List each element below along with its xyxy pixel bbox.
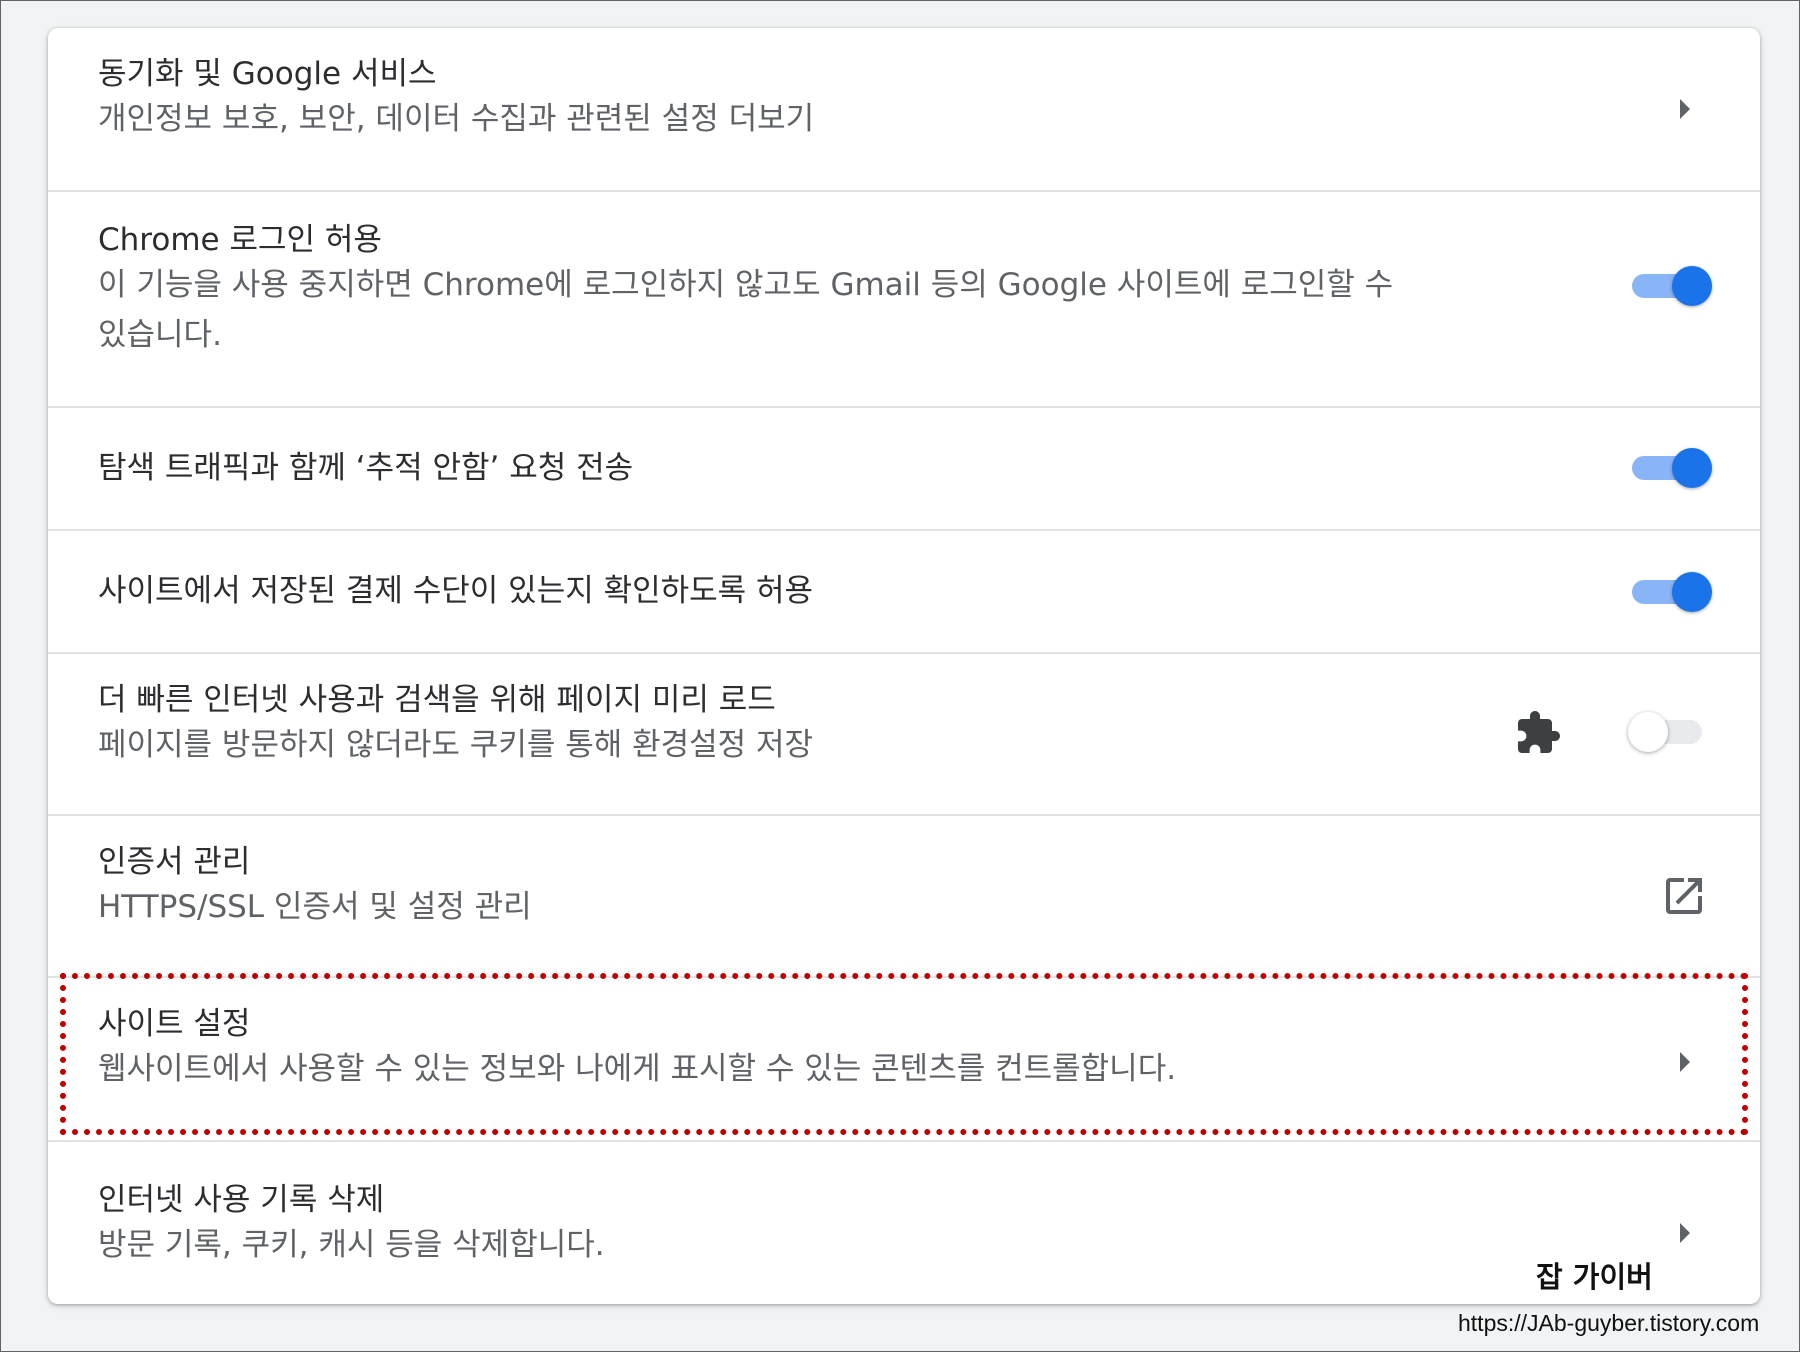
- payment-methods-toggle[interactable]: [1632, 570, 1712, 614]
- row-text: 동기화 및 Google 서비스 개인정보 보호, 보안, 데이터 수집과 관련…: [98, 54, 1598, 144]
- settings-row-chrome-signin: Chrome 로그인 허용 이 기능을 사용 중지하면 Chrome에 로그인하…: [48, 190, 1760, 406]
- watermark-name: 잡 가이버: [1536, 1260, 1653, 1294]
- row-title: 인터넷 사용 기록 삭제: [98, 1182, 385, 1218]
- row-title: 사이트에서 저장된 결제 수단이 있는지 확인하도록 허용: [98, 573, 814, 609]
- puzzle-icon[interactable]: [1514, 709, 1562, 757]
- chrome-signin-toggle[interactable]: [1632, 264, 1712, 308]
- settings-row-preload-pages: 더 빠른 인터넷 사용과 검색을 위해 페이지 미리 로드 페이지를 방문하지 …: [48, 652, 1760, 814]
- settings-row-sync[interactable]: 동기화 및 Google 서비스 개인정보 보호, 보안, 데이터 수집과 관련…: [48, 28, 1760, 190]
- open-in-new-icon[interactable]: [1660, 872, 1708, 920]
- row-text: 인증서 관리 HTTPS/SSL 인증서 및 설정 관리: [98, 842, 1598, 932]
- row-subtitle: 페이지를 방문하지 않더라도 쿠키를 통해 환경설정 저장: [98, 727, 814, 763]
- row-subtitle: 개인정보 보호, 보안, 데이터 수집과 관련된 설정 더보기: [98, 101, 815, 137]
- row-title: 사이트 설정: [98, 1006, 251, 1042]
- preload-pages-toggle[interactable]: [1628, 710, 1708, 754]
- row-title: 동기화 및 Google 서비스: [98, 56, 437, 92]
- toggle-knob: [1672, 448, 1712, 488]
- row-title: 더 빠른 인터넷 사용과 검색을 위해 페이지 미리 로드: [98, 682, 776, 718]
- row-title: Chrome 로그인 허용: [98, 222, 382, 258]
- row-title: 인증서 관리: [98, 844, 251, 880]
- do-not-track-toggle[interactable]: [1632, 446, 1712, 490]
- row-title: 탐색 트래픽과 함께 ‘추적 안함’ 요청 전송: [98, 450, 634, 486]
- settings-row-site-settings[interactable]: 사이트 설정 웹사이트에서 사용할 수 있는 정보와 나에게 표시할 수 있는 …: [48, 976, 1760, 1140]
- row-text: 사이트에서 저장된 결제 수단이 있는지 확인하도록 허용: [98, 571, 1598, 611]
- settings-row-do-not-track: 탐색 트래픽과 함께 ‘추적 안함’ 요청 전송: [48, 406, 1760, 529]
- row-subtitle: HTTPS/SSL 인증서 및 설정 관리: [98, 889, 532, 925]
- chevron-right-icon[interactable]: [1680, 1052, 1690, 1072]
- settings-row-clear-browsing-data[interactable]: 인터넷 사용 기록 삭제 방문 기록, 쿠키, 캐시 등을 삭제합니다.: [48, 1140, 1760, 1304]
- row-text: 사이트 설정 웹사이트에서 사용할 수 있는 정보와 나에게 표시할 수 있는 …: [98, 1004, 1598, 1094]
- toggle-knob: [1672, 266, 1712, 306]
- chevron-right-icon[interactable]: [1680, 99, 1690, 119]
- row-text: Chrome 로그인 허용 이 기능을 사용 중지하면 Chrome에 로그인하…: [98, 220, 1428, 360]
- watermark-url: https://JAb-guyber.tistory.com: [1458, 1310, 1760, 1336]
- settings-card: 동기화 및 Google 서비스 개인정보 보호, 보안, 데이터 수집과 관련…: [48, 28, 1760, 1304]
- row-text: 탐색 트래픽과 함께 ‘추적 안함’ 요청 전송: [98, 448, 1598, 488]
- toggle-knob: [1672, 572, 1712, 612]
- settings-row-payment-methods: 사이트에서 저장된 결제 수단이 있는지 확인하도록 허용: [48, 529, 1760, 652]
- chevron-right-icon[interactable]: [1680, 1223, 1690, 1243]
- row-subtitle: 방문 기록, 쿠키, 캐시 등을 삭제합니다.: [98, 1227, 605, 1263]
- settings-row-manage-certificates[interactable]: 인증서 관리 HTTPS/SSL 인증서 및 설정 관리: [48, 814, 1760, 976]
- row-text: 인터넷 사용 기록 삭제 방문 기록, 쿠키, 캐시 등을 삭제합니다.: [98, 1180, 1598, 1270]
- row-subtitle: 웹사이트에서 사용할 수 있는 정보와 나에게 표시할 수 있는 콘텐츠를 컨트…: [98, 1051, 1177, 1087]
- row-text: 더 빠른 인터넷 사용과 검색을 위해 페이지 미리 로드 페이지를 방문하지 …: [98, 680, 1598, 770]
- toggle-knob: [1628, 712, 1668, 752]
- row-subtitle: 이 기능을 사용 중지하면 Chrome에 로그인하지 않고도 Gmail 등의…: [98, 267, 1394, 353]
